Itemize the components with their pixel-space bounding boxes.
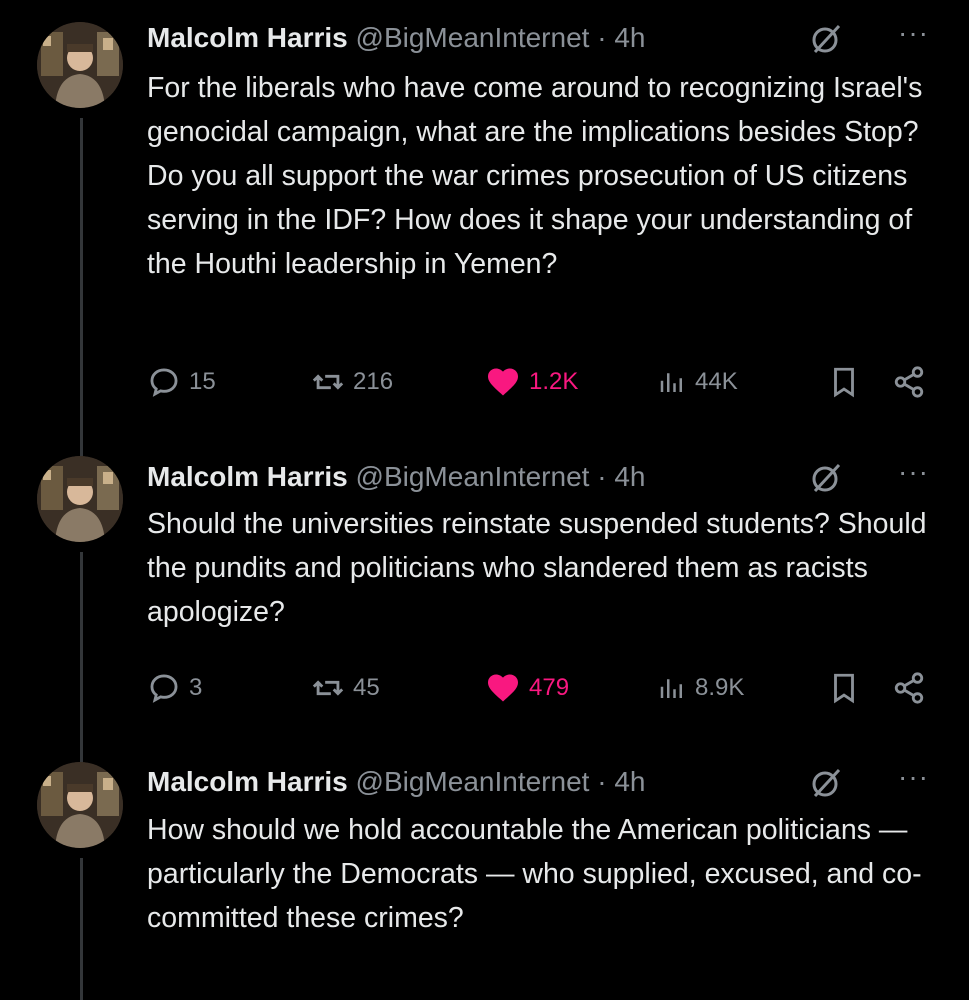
separator-dot: · bbox=[597, 22, 607, 53]
tweet-text: Should the universities reinstate suspen… bbox=[147, 508, 927, 628]
tweet-header: Malcolm Harris @BigMeanInternet · 4h ··· bbox=[147, 762, 929, 802]
reply-icon bbox=[150, 368, 178, 397]
tweet-header: Malcolm Harris @BigMeanInternet · 4h ··· bbox=[147, 457, 929, 497]
author-handle[interactable]: @BigMeanInternet bbox=[356, 22, 590, 53]
views-icon bbox=[660, 679, 682, 698]
more-icon[interactable]: ··· bbox=[898, 457, 929, 487]
like-button[interactable]: 1.2K bbox=[485, 362, 578, 402]
reply-icon bbox=[150, 674, 178, 703]
avatar[interactable] bbox=[37, 22, 123, 108]
like-count: 1.2K bbox=[529, 368, 579, 395]
repost-count: 216 bbox=[353, 368, 394, 395]
view-count: 8.9K bbox=[695, 674, 745, 701]
views-icon bbox=[660, 373, 682, 392]
repost-icon bbox=[312, 374, 344, 390]
bookmark-icon bbox=[834, 673, 854, 704]
tweet[interactable]: Malcolm Harris @BigMeanInternet · 4h ···… bbox=[0, 440, 969, 756]
action-bar: 15 216 1.2K 44K bbox=[147, 362, 937, 402]
share-button[interactable] bbox=[892, 668, 934, 708]
more-icon[interactable]: ··· bbox=[898, 762, 929, 792]
author-name[interactable]: Malcolm Harris bbox=[147, 22, 348, 53]
tweet[interactable]: Malcolm Harris @BigMeanInternet · 4h ···… bbox=[0, 746, 969, 1000]
tweet-text: For the liberals who have come around to… bbox=[147, 72, 923, 280]
share-button[interactable] bbox=[892, 362, 934, 402]
heart-icon bbox=[488, 674, 518, 702]
grok-icon[interactable] bbox=[809, 22, 843, 56]
tweet-text: How should we hold accountable the Ameri… bbox=[147, 814, 922, 934]
grok-icon[interactable] bbox=[809, 461, 843, 495]
repost-button[interactable]: 45 bbox=[311, 668, 380, 708]
reply-count: 15 bbox=[189, 368, 216, 395]
tweet-header: Malcolm Harris @BigMeanInternet · 4h ··· bbox=[147, 18, 929, 58]
timestamp[interactable]: 4h bbox=[614, 766, 645, 797]
author-handle[interactable]: @BigMeanInternet bbox=[356, 461, 590, 492]
reply-count: 3 bbox=[189, 674, 203, 701]
views-button[interactable]: 44K bbox=[657, 362, 738, 402]
author-name[interactable]: Malcolm Harris bbox=[147, 461, 348, 492]
view-count: 44K bbox=[695, 368, 738, 395]
avatar[interactable] bbox=[37, 762, 123, 848]
like-count: 479 bbox=[529, 674, 570, 701]
repost-count: 45 bbox=[353, 674, 380, 701]
like-button[interactable]: 479 bbox=[485, 668, 569, 708]
reply-button[interactable]: 3 bbox=[147, 668, 202, 708]
timestamp[interactable]: 4h bbox=[614, 22, 645, 53]
reply-button[interactable]: 15 bbox=[147, 362, 216, 402]
more-icon[interactable]: ··· bbox=[898, 18, 929, 48]
author-handle[interactable]: @BigMeanInternet bbox=[356, 766, 590, 797]
separator-dot: · bbox=[597, 766, 607, 797]
repost-icon bbox=[312, 680, 344, 696]
author-name[interactable]: Malcolm Harris bbox=[147, 766, 348, 797]
views-button[interactable]: 8.9K bbox=[657, 668, 744, 708]
tweet[interactable]: Malcolm Harris @BigMeanInternet · 4h ···… bbox=[0, 0, 969, 440]
heart-icon bbox=[488, 368, 518, 396]
action-bar: 3 45 479 8.9K bbox=[147, 668, 937, 708]
bookmark-button[interactable] bbox=[827, 362, 869, 402]
timestamp[interactable]: 4h bbox=[614, 461, 645, 492]
share-icon bbox=[894, 672, 924, 704]
share-icon bbox=[894, 366, 924, 398]
bookmark-button[interactable] bbox=[827, 668, 869, 708]
avatar[interactable] bbox=[37, 456, 123, 542]
separator-dot: · bbox=[597, 461, 607, 492]
bookmark-icon bbox=[834, 367, 854, 398]
repost-button[interactable]: 216 bbox=[311, 362, 393, 402]
grok-icon[interactable] bbox=[809, 766, 843, 800]
